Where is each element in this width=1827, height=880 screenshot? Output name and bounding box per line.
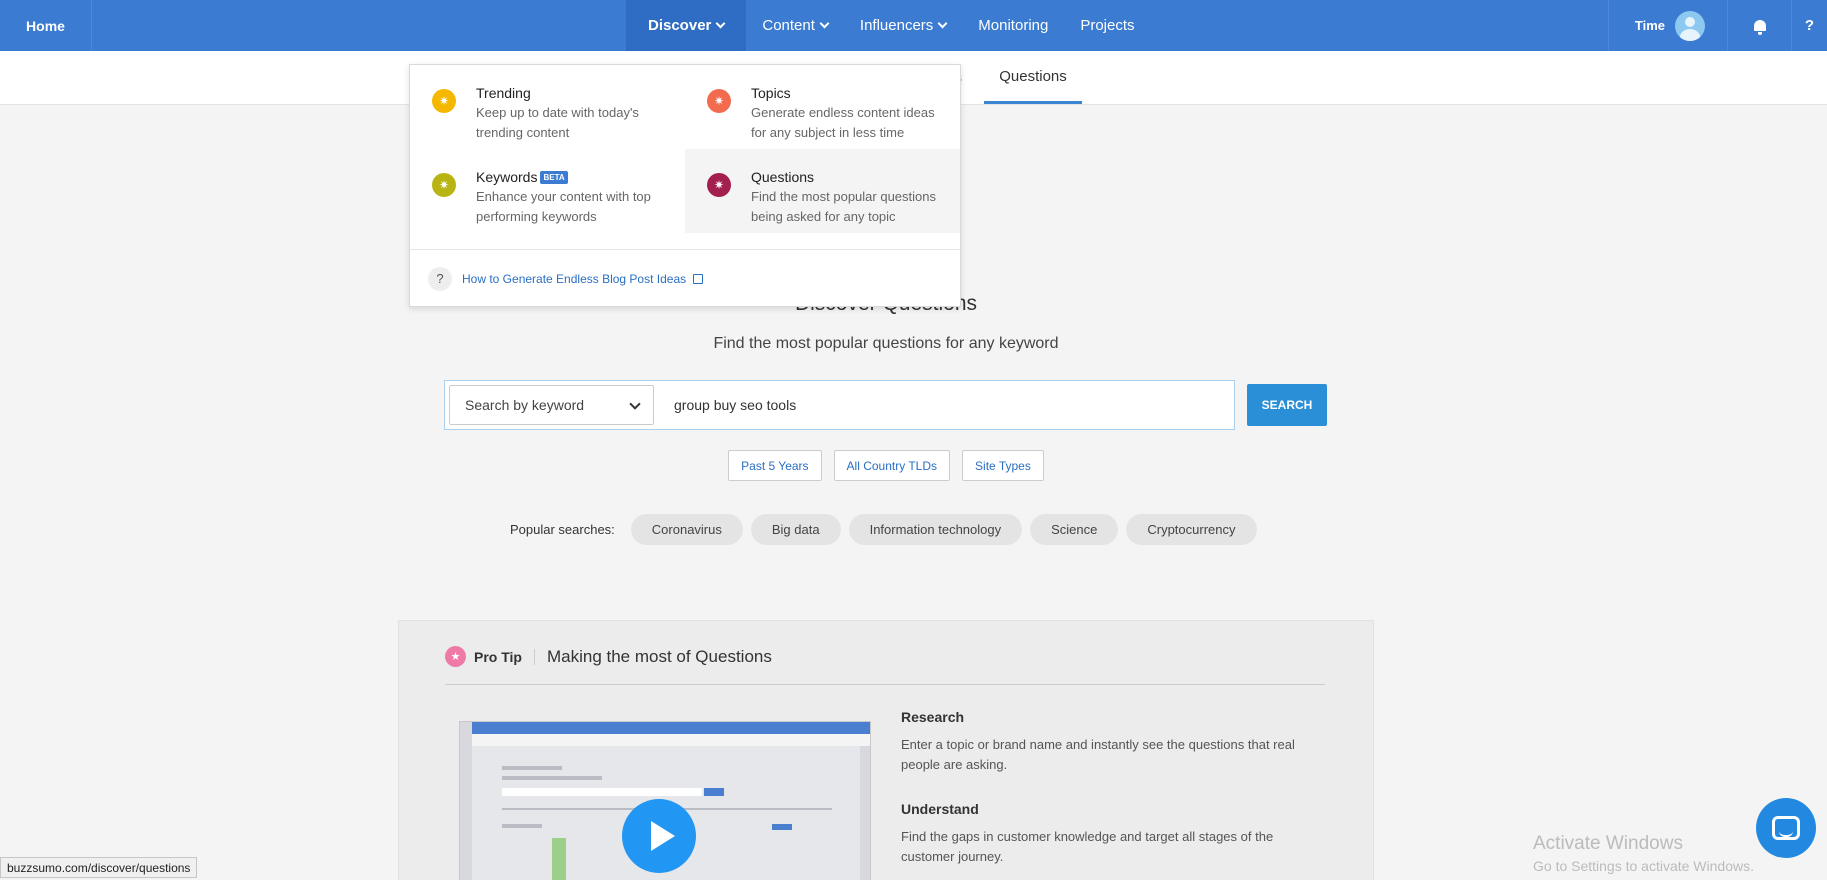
feature-desc: Find the gaps in customer knowledge and …: [901, 829, 1274, 864]
chevron-down-icon: [937, 18, 948, 29]
video-thumb-tags: [552, 838, 566, 880]
top-nav: Home Discover Content Influencers Monito…: [0, 0, 1827, 51]
search-box: Search by keyword: [444, 380, 1235, 430]
search-mode-select[interactable]: Search by keyword: [449, 385, 654, 425]
popular-chip[interactable]: Cryptocurrency: [1126, 514, 1257, 545]
trending-icon: [432, 89, 456, 113]
user-menu[interactable]: Time: [1607, 0, 1727, 51]
status-bar-url: buzzsumo.com/discover/questions: [0, 857, 198, 878]
pro-tip-panel: ★ Pro Tip Making the most of Questions R…: [398, 620, 1374, 880]
dropdown-item-title: Keywords BETA: [476, 169, 685, 185]
beta-badge: BETA: [540, 170, 568, 184]
search-mode-value: Search by keyword: [465, 397, 585, 413]
page-subtitle: Find the most popular questions for any …: [713, 335, 1059, 352]
chevron-down-icon: [819, 18, 830, 29]
video-thumb-subnav: [472, 734, 870, 746]
dropdown-item-title: Trending: [476, 85, 531, 101]
filter-site-types[interactable]: Site Types: [962, 450, 1044, 481]
nav-content[interactable]: Content: [746, 0, 844, 51]
nav-projects[interactable]: Projects: [1064, 0, 1150, 51]
user-name: Time: [1634, 18, 1665, 33]
feature-title: Understand: [901, 801, 979, 817]
video-thumb-line: [502, 776, 602, 780]
dropdown-footer: ? How to Generate Endless Blog Post Idea…: [410, 249, 960, 307]
dropdown-item-desc: Keep up to date with today's trending co…: [476, 105, 639, 140]
chevron-down-icon: [629, 398, 641, 410]
notifications-button[interactable]: [1727, 0, 1791, 51]
popular-chip[interactable]: Coronavirus: [630, 514, 743, 545]
video-thumb-nav: [472, 722, 870, 734]
watermark-line1: Activate Windows: [1533, 833, 1683, 854]
nav-content-label: Content: [762, 17, 815, 34]
help-button[interactable]: ?: [1791, 0, 1827, 51]
popular-searches: Popular searches: Coronavirus Big data I…: [510, 514, 1257, 545]
external-link-icon: [693, 273, 704, 284]
nav-monitoring[interactable]: Monitoring: [962, 0, 1064, 51]
dropdown-item-desc: Find the most popular questions being as…: [751, 189, 936, 224]
windows-activation-watermark: Activate Windows Go to Settings to activ…: [1533, 833, 1754, 877]
video-thumbnail[interactable]: [459, 721, 871, 880]
watermark-line2: Go to Settings to activate Windows.: [1533, 858, 1754, 874]
nav-monitoring-label: Monitoring: [978, 17, 1049, 34]
nav-home[interactable]: Home: [0, 0, 92, 51]
pro-tip-label: Pro Tip: [474, 648, 535, 665]
dropdown-item-desc: Generate endless content ideas for any s…: [751, 105, 935, 140]
play-icon[interactable]: [622, 799, 696, 873]
dropdown-item-keywords[interactable]: Keywords BETA Enhance your content with …: [410, 149, 685, 233]
video-thumb-line: [502, 766, 562, 770]
nav-influencers-label: Influencers: [859, 17, 934, 34]
dropdown-item-desc: Enhance your content with top performing…: [476, 189, 651, 224]
tab-questions[interactable]: Questions: [984, 51, 1082, 104]
filter-country[interactable]: All Country TLDs: [833, 450, 951, 481]
nav-projects-label: Projects: [1080, 17, 1135, 34]
blog-ideas-link-text: How to Generate Endless Blog Post Ideas: [462, 271, 687, 286]
avatar: [1675, 10, 1705, 41]
feature-research: Research Enter a topic or brand name and…: [901, 709, 1321, 775]
pro-tip-header: ★ Pro Tip Making the most of Questions: [445, 645, 1325, 685]
keywords-icon: [432, 173, 456, 197]
search-input[interactable]: [674, 381, 1224, 429]
popular-chip[interactable]: Big data: [750, 514, 841, 545]
popular-chip[interactable]: Science: [1030, 514, 1119, 545]
question-icon: ?: [428, 266, 452, 291]
nav-influencers[interactable]: Influencers: [844, 0, 962, 51]
dropdown-item-trending[interactable]: Trending Keep up to date with today's tr…: [410, 65, 685, 149]
chat-button[interactable]: [1756, 798, 1816, 858]
video-thumb-button: [772, 824, 792, 830]
dropdown-item-title: Topics: [751, 85, 791, 101]
keywords-title: Keywords: [476, 169, 538, 185]
filter-date-range[interactable]: Past 5 Years: [728, 450, 822, 481]
feature-understand: Understand Find the gaps in customer kno…: [901, 801, 1321, 867]
discover-dropdown: Trending Keep up to date with today's tr…: [409, 64, 961, 307]
nav-discover[interactable]: Discover: [626, 0, 747, 51]
nav-discover-label: Discover: [648, 17, 712, 34]
popular-searches-label: Popular searches:: [510, 522, 615, 537]
feature-title: Research: [901, 709, 965, 725]
questions-icon: [707, 173, 731, 197]
pro-tip-title: Making the most of Questions: [546, 646, 772, 666]
filters: Past 5 Years All Country TLDs Site Types: [0, 450, 1772, 481]
video-thumb-line: [502, 824, 542, 828]
blog-ideas-link[interactable]: How to Generate Endless Blog Post Ideas: [462, 271, 704, 286]
video-thumb-search: [502, 788, 702, 796]
search-button[interactable]: SEARCH: [1247, 384, 1327, 426]
chevron-down-icon: [715, 18, 726, 29]
popular-chip[interactable]: Information technology: [848, 514, 1023, 545]
star-icon: ★: [445, 646, 466, 667]
dropdown-item-questions[interactable]: Questions Find the most popular question…: [685, 149, 960, 233]
topics-icon: [707, 89, 731, 113]
dropdown-item-topics[interactable]: Topics Generate endless content ideas fo…: [685, 65, 960, 149]
bell-icon: [1753, 20, 1766, 35]
nav-menu: Discover Content Influencers Monitoring …: [626, 0, 1151, 51]
dropdown-item-title: Questions: [751, 169, 815, 185]
feature-desc: Enter a topic or brand name and instantl…: [901, 737, 1295, 772]
nav-right: Time ?: [1607, 0, 1827, 51]
chat-icon: [1772, 816, 1800, 840]
video-thumb-button: [704, 788, 724, 796]
